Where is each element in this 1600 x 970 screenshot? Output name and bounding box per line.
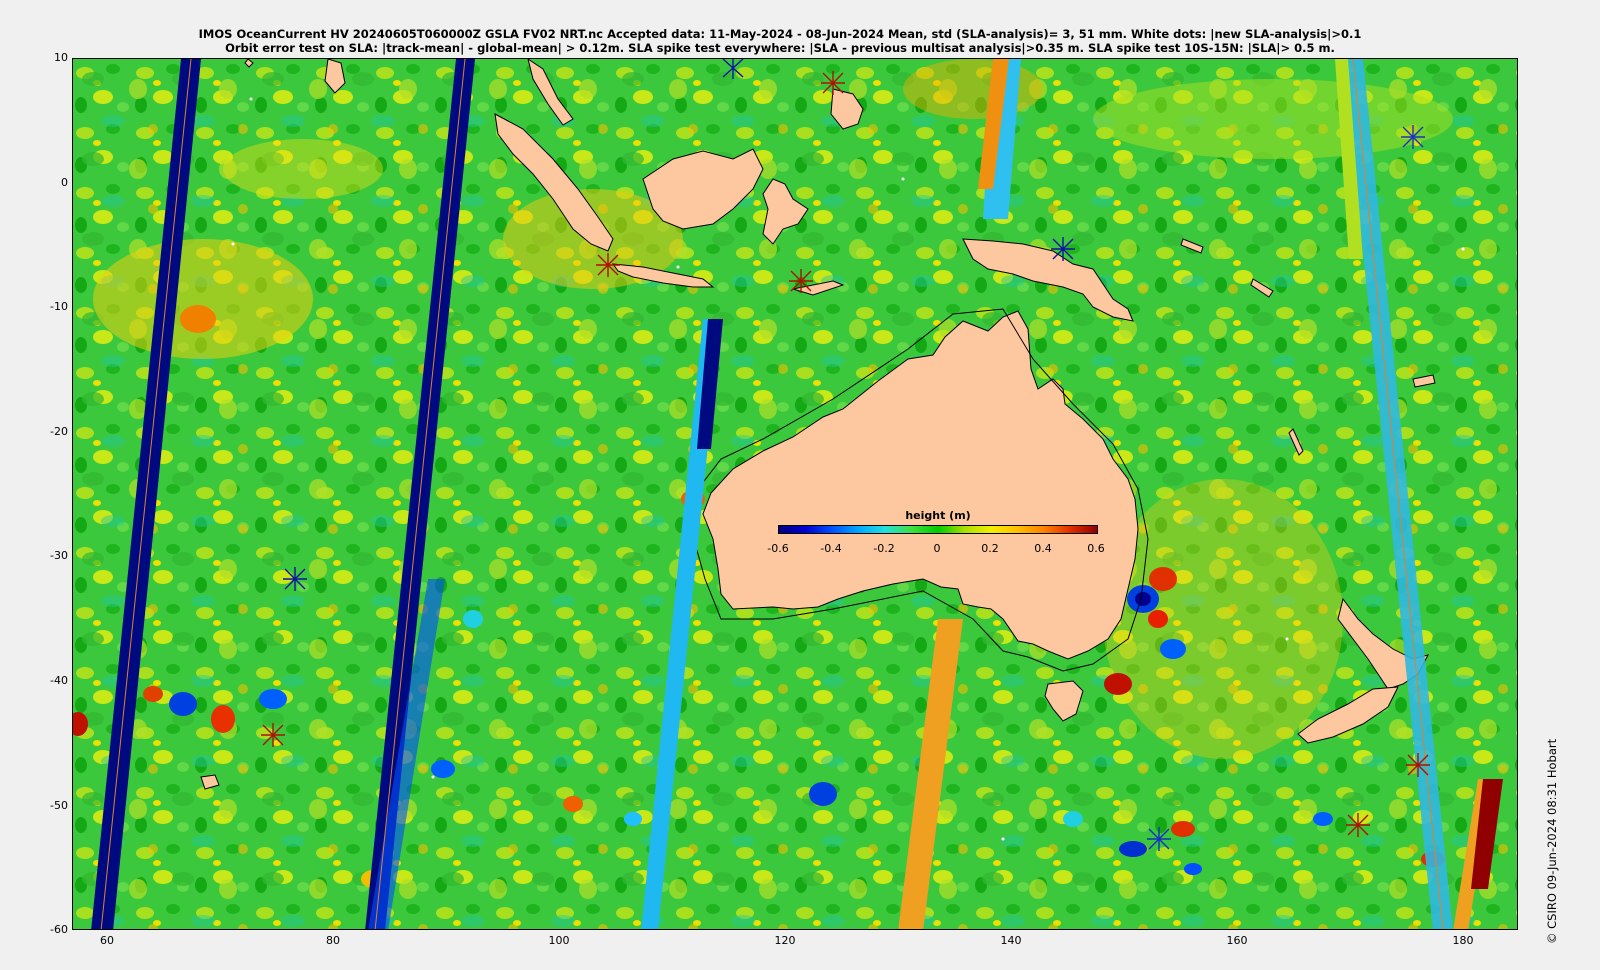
y-tick-label: 0 <box>61 176 68 189</box>
x-tick-label: 140 <box>1000 934 1022 947</box>
y-tick-label: -50 <box>50 799 68 812</box>
y-tick-label: -10 <box>50 300 68 313</box>
y-tick-label: -60 <box>50 923 68 936</box>
y-tick-label: -20 <box>50 425 68 438</box>
colorbar: height (m) -0.6 -0.4 -0.2 0 0.2 0.4 0.6 <box>767 509 1104 555</box>
x-tick-label: 60 <box>100 934 114 947</box>
x-tick-label: 100 <box>548 934 570 947</box>
colorbar-tick: 0 <box>933 542 941 555</box>
y-tick-label: -30 <box>50 549 68 562</box>
colorbar-tick: -0.2 <box>873 542 895 555</box>
x-tick-label: 120 <box>774 934 796 947</box>
title-line-1: IMOS OceanCurrent HV 20240605T060000Z GS… <box>198 27 1362 41</box>
colorbar-tick: -0.4 <box>820 542 842 555</box>
x-tick-label: 80 <box>326 934 340 947</box>
copyright-text: © CSIRO 09-Jun-2024 08:31 Hobart <box>1545 738 1559 944</box>
x-tick-label: 160 <box>1226 934 1248 947</box>
colorbar-gradient <box>778 525 1098 534</box>
title-line-2: Orbit error test on SLA: |track-mean| - … <box>225 41 1335 55</box>
colorbar-tick: 0.2 <box>981 542 999 555</box>
colorbar-tick: -0.6 <box>767 542 789 555</box>
y-tick-label: -40 <box>50 674 68 687</box>
colorbar-title: height (m) <box>905 509 971 522</box>
colorbar-tick: 0.6 <box>1087 542 1105 555</box>
colorbar-tick: 0.4 <box>1034 542 1052 555</box>
y-tick-label: 10 <box>54 51 68 64</box>
sla-map <box>72 58 1518 930</box>
x-tick-label: 180 <box>1452 934 1474 947</box>
